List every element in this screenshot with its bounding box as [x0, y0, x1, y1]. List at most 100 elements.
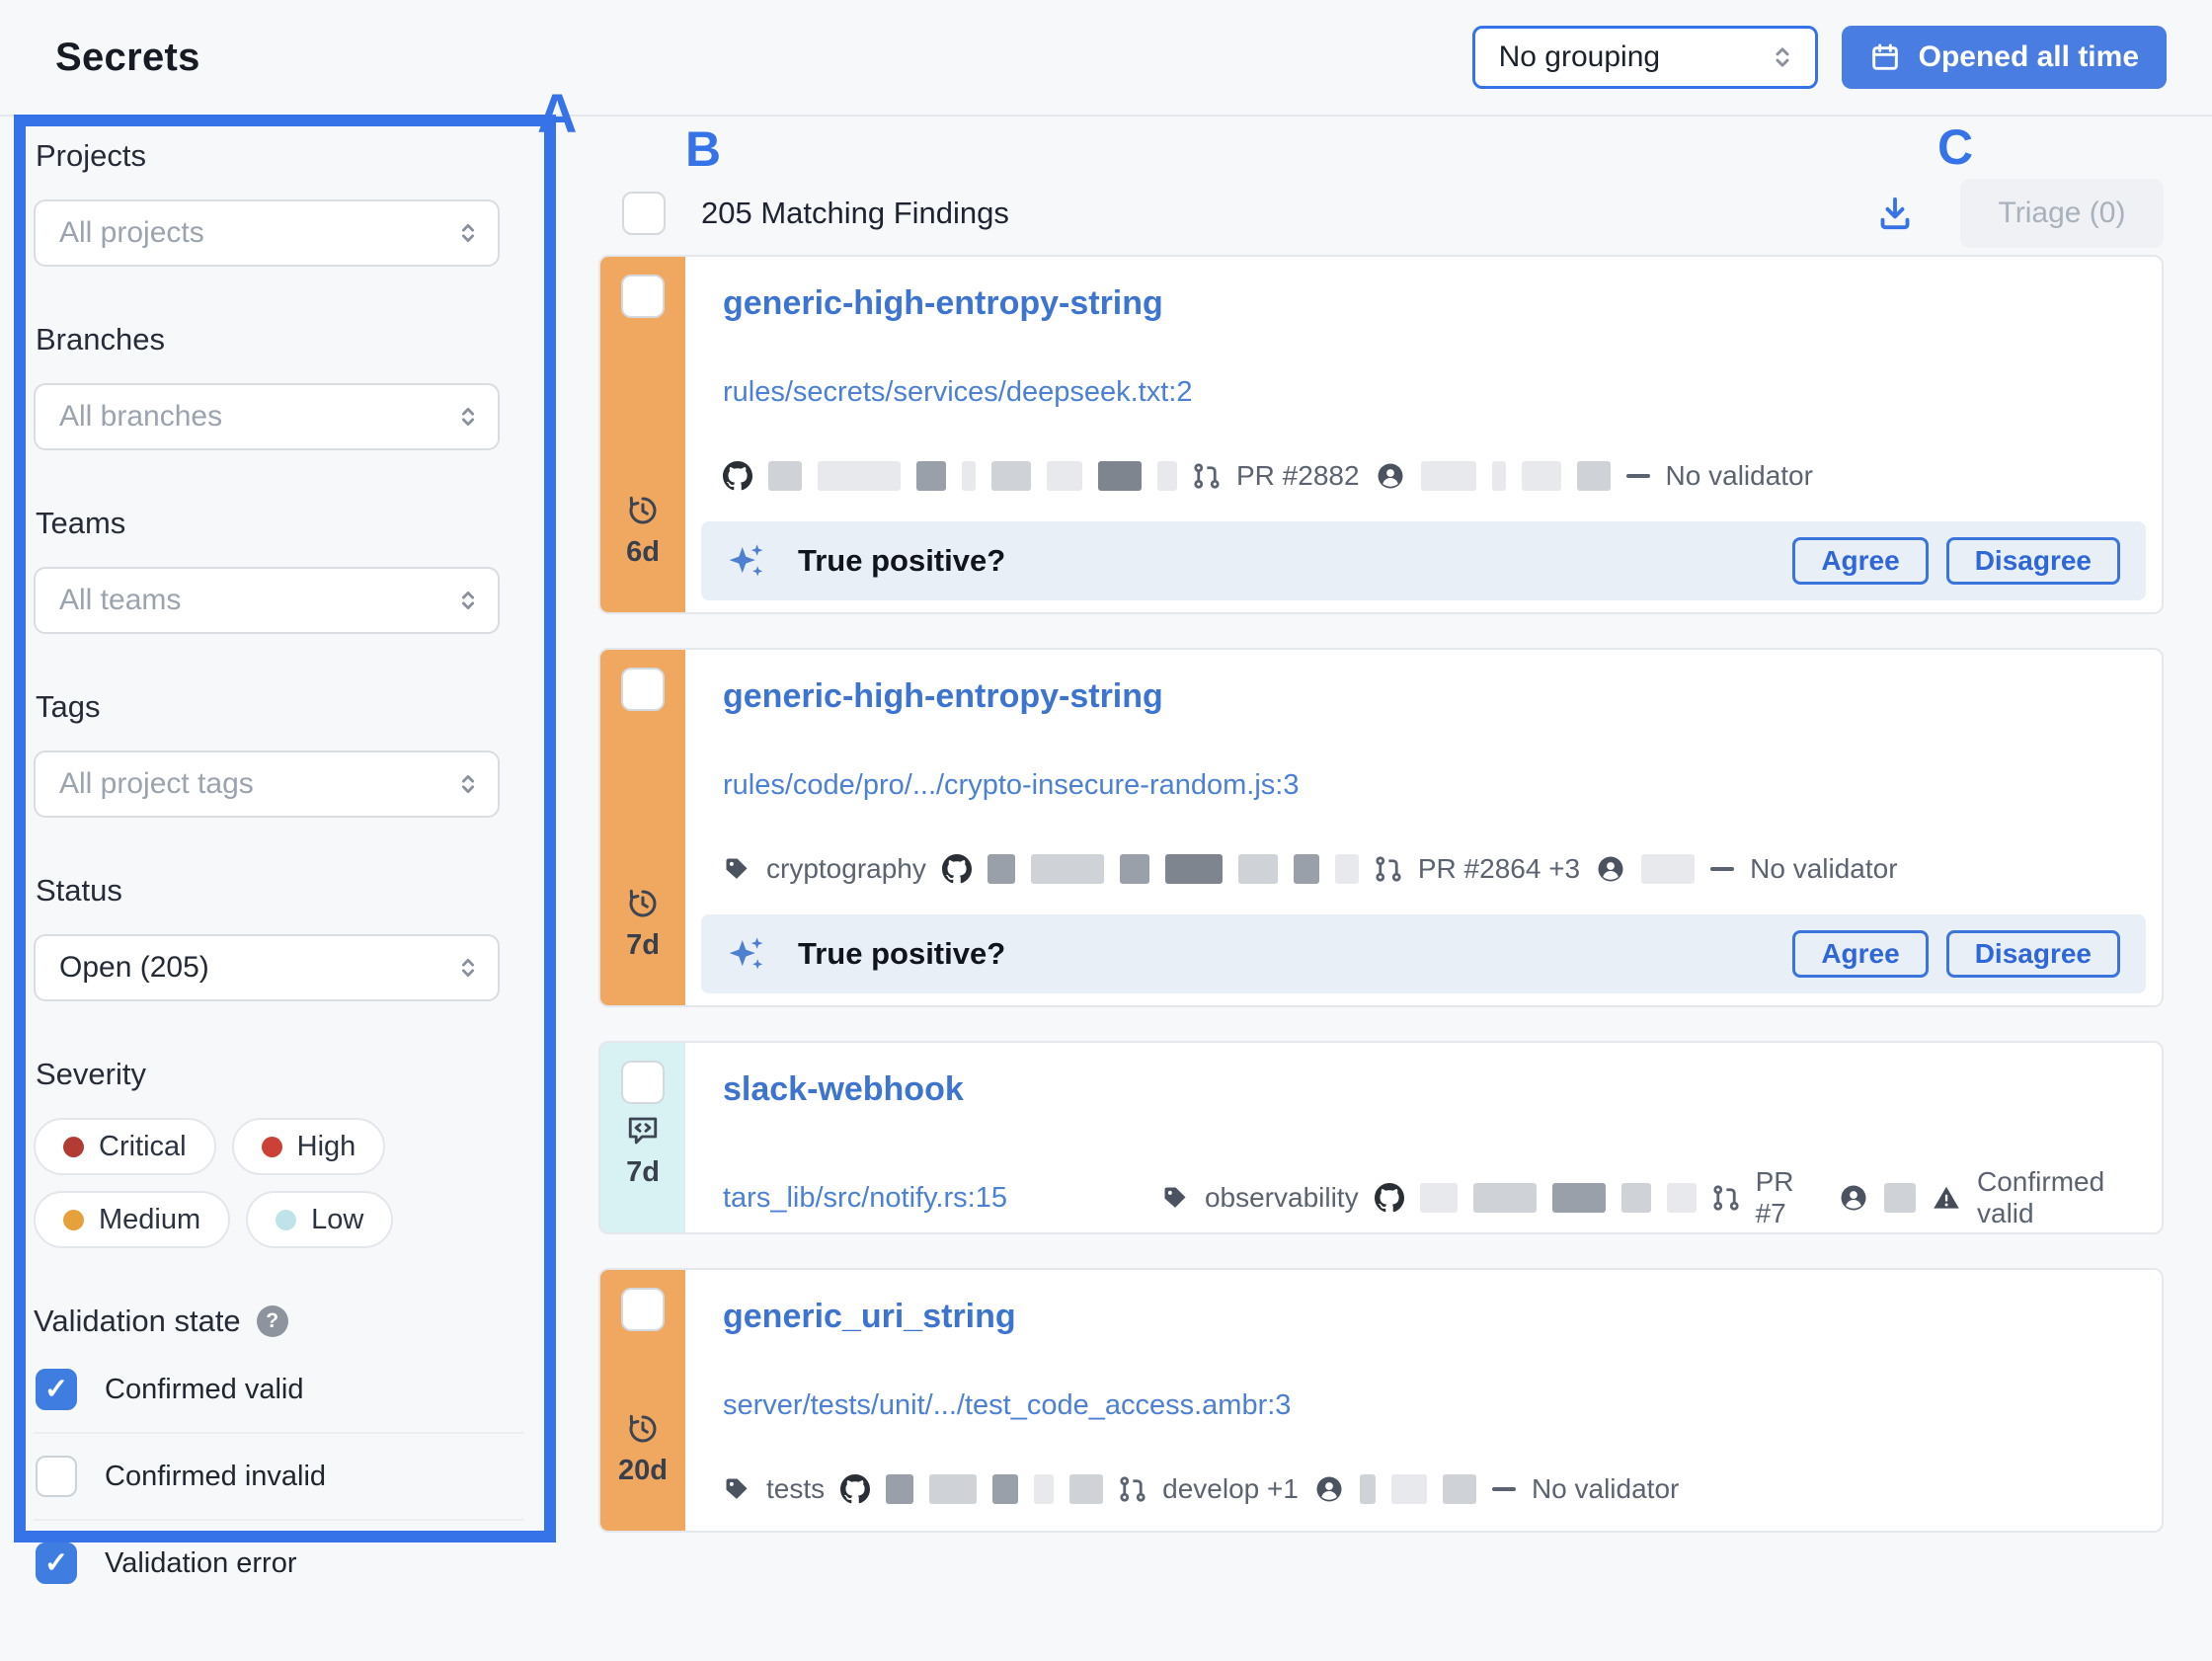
redacted-text	[1621, 1183, 1651, 1213]
finding-tag[interactable]: cryptography	[766, 853, 926, 885]
findings-list: 6d generic-high-entropy-string rules/sec…	[598, 255, 2164, 1533]
finding-pr[interactable]: PR #2864 +3	[1418, 853, 1580, 885]
finding-title-link[interactable]: generic-high-entropy-string	[723, 677, 1163, 716]
finding-title-link[interactable]: slack-webhook	[723, 1070, 964, 1109]
tag-icon	[723, 855, 750, 883]
redacted-text	[1641, 854, 1695, 884]
filter-projects: Projects All projects	[34, 138, 524, 267]
validation-error-checkbox[interactable]	[36, 1542, 77, 1584]
severity-chip-medium[interactable]: Medium	[34, 1191, 230, 1248]
finding-validator: No validator	[1750, 853, 1897, 885]
finding-checkbox[interactable]	[621, 1288, 665, 1331]
filter-teams: Teams All teams	[34, 506, 524, 634]
redacted-text	[988, 854, 1015, 884]
projects-select[interactable]: All projects	[34, 199, 500, 267]
redacted-text	[1165, 854, 1223, 884]
status-value: Open (205)	[59, 951, 454, 985]
filter-branches: Branches All branches	[34, 322, 524, 450]
redacted-text	[1522, 461, 1561, 491]
finding-path-link[interactable]: server/tests/unit/.../test_code_access.a…	[723, 1389, 1291, 1422]
validation-state-label: Validation state	[34, 1304, 241, 1339]
finding-validator: Confirmed valid	[1977, 1166, 2146, 1229]
grouping-select[interactable]: No grouping	[1472, 26, 1818, 89]
teams-select[interactable]: All teams	[34, 567, 500, 634]
branches-select[interactable]: All branches	[34, 383, 500, 450]
severity-stripe: 6d	[600, 257, 685, 612]
redacted-text	[991, 461, 1031, 491]
history-icon	[625, 493, 661, 528]
help-icon[interactable]: ?	[257, 1305, 288, 1337]
top-bar-actions: No grouping Opened all time	[1472, 26, 2167, 89]
severity-chip-label: Low	[311, 1204, 363, 1236]
finding-path-link[interactable]: rules/code/pro/.../crypto-insecure-rando…	[723, 769, 1299, 802]
severity-chip-high[interactable]: High	[232, 1118, 386, 1175]
finding-checkbox[interactable]	[621, 275, 665, 318]
person-icon	[1376, 461, 1405, 491]
finding-tag[interactable]: observability	[1205, 1182, 1359, 1214]
severity-chip-label: Critical	[99, 1131, 187, 1163]
validation-row-confirmed-invalid: Confirmed invalid	[34, 1434, 524, 1521]
github-icon	[723, 461, 752, 491]
confirmed-valid-checkbox[interactable]	[36, 1369, 77, 1410]
severity-label: Severity	[36, 1057, 524, 1092]
finding-meta-row: cryptography PR #2864 +3	[723, 853, 2146, 885]
github-icon	[942, 854, 972, 884]
chevron-up-down-icon	[454, 403, 482, 431]
results-header: 205 Matching Findings Triage (0)	[598, 117, 2164, 255]
person-icon	[1314, 1474, 1344, 1504]
opened-all-time-button[interactable]: Opened all time	[1842, 26, 2167, 89]
finding-card: 6d generic-high-entropy-string rules/sec…	[598, 255, 2164, 614]
dash-icon	[1710, 867, 1734, 871]
finding-pr[interactable]: PR #2882	[1236, 460, 1360, 492]
redacted-text	[886, 1474, 913, 1504]
download-button[interactable]	[1875, 194, 1915, 233]
finding-title-link[interactable]: generic-high-entropy-string	[723, 284, 1163, 323]
redacted-text	[1667, 1183, 1697, 1213]
redacted-text	[1492, 461, 1506, 491]
finding-age: 6d	[626, 536, 660, 569]
finding-branch[interactable]: develop +1	[1162, 1473, 1299, 1505]
redacted-text	[1031, 854, 1104, 884]
finding-checkbox[interactable]	[621, 668, 665, 711]
annotation-letter-a: A	[537, 81, 577, 145]
finding-body: generic-high-entropy-string rules/code/p…	[685, 650, 2162, 1005]
select-all-checkbox[interactable]	[622, 192, 666, 235]
severity-chip-critical[interactable]: Critical	[34, 1118, 216, 1175]
sparkles-icon	[727, 933, 768, 975]
status-select[interactable]: Open (205)	[34, 934, 500, 1001]
finding-path-link[interactable]: tars_lib/src/notify.rs:15	[723, 1182, 1007, 1215]
finding-age: 20d	[618, 1455, 668, 1487]
tags-select[interactable]: All project tags	[34, 751, 500, 818]
redacted-text	[818, 461, 901, 491]
disagree-button[interactable]: Disagree	[1946, 537, 2120, 585]
redacted-text	[1884, 1183, 1916, 1213]
redacted-text	[1360, 1474, 1376, 1504]
finding-checkbox[interactable]	[621, 1061, 665, 1104]
filter-validation-state: Validation state ? Confirmed valid Confi…	[34, 1304, 524, 1606]
severity-chip-low[interactable]: Low	[246, 1191, 393, 1248]
finding-pr[interactable]: PR #7	[1756, 1166, 1823, 1229]
finding-tag[interactable]: tests	[766, 1473, 825, 1505]
severity-stripe: 7d	[600, 1043, 685, 1232]
severity-stripe: 7d	[600, 650, 685, 1005]
redacted-text	[1157, 461, 1177, 491]
validation-row-confirmed-valid: Confirmed valid	[34, 1347, 524, 1434]
top-bar: Secrets No grouping Opened all time	[0, 0, 2212, 117]
finding-path-link[interactable]: rules/secrets/services/deepseek.txt:2	[723, 376, 1192, 409]
redacted-text	[1034, 1474, 1054, 1504]
triage-button[interactable]: Triage (0)	[1960, 179, 2164, 248]
finding-meta-row: tars_lib/src/notify.rs:15 observability	[723, 1166, 2146, 1229]
finding-title-link[interactable]: generic_uri_string	[723, 1298, 1016, 1336]
finding-age: 7d	[626, 1156, 660, 1189]
finding-meta-row: PR #2882 No validator	[723, 460, 2146, 492]
agree-button[interactable]: Agree	[1792, 537, 1928, 585]
confirmed-invalid-checkbox[interactable]	[36, 1456, 77, 1497]
annotation-letter-c: C	[1937, 119, 1973, 176]
redacted-text	[1391, 1474, 1427, 1504]
person-icon	[1839, 1183, 1868, 1213]
redacted-text	[1098, 461, 1142, 491]
agree-button[interactable]: Agree	[1792, 930, 1928, 978]
disagree-button[interactable]: Disagree	[1946, 930, 2120, 978]
status-label: Status	[36, 873, 524, 909]
teams-placeholder: All teams	[59, 584, 454, 617]
